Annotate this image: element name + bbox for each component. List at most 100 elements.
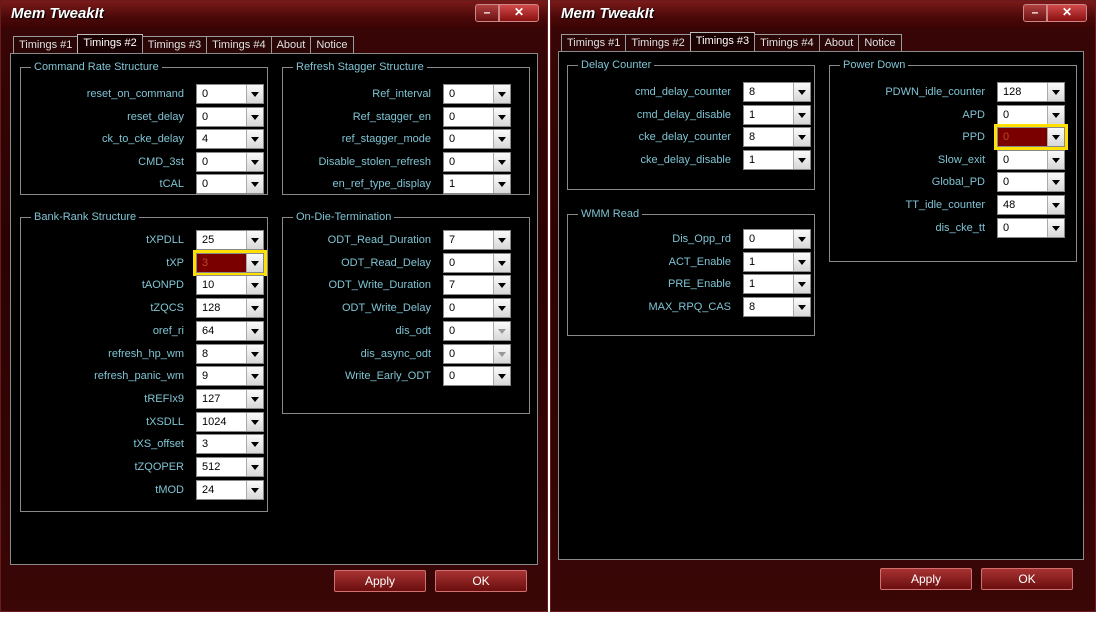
- value-combobox[interactable]: 0: [196, 84, 264, 104]
- tab-about[interactable]: About: [270, 36, 312, 54]
- dropdown-arrow-icon[interactable]: [1047, 128, 1064, 147]
- value-combobox[interactable]: 0: [997, 172, 1065, 193]
- dropdown-arrow-icon[interactable]: [493, 152, 510, 171]
- value-combobox[interactable]: 128: [997, 82, 1065, 102]
- tab-about[interactable]: About: [818, 34, 860, 52]
- close-button[interactable]: ✕: [1047, 4, 1087, 22]
- apply-button[interactable]: Apply: [880, 568, 972, 590]
- apply-button[interactable]: Apply: [334, 570, 426, 592]
- value-combobox[interactable]: 1: [743, 274, 811, 295]
- value-combobox[interactable]: 128: [196, 298, 264, 319]
- value-combobox[interactable]: 3: [196, 434, 264, 455]
- value-combobox[interactable]: 0: [196, 151, 264, 172]
- value-combobox[interactable]: 4: [196, 129, 264, 150]
- dropdown-arrow-icon[interactable]: [246, 299, 263, 318]
- value-combobox[interactable]: 0: [743, 229, 811, 249]
- value-combobox[interactable]: 1024: [196, 411, 264, 432]
- dropdown-arrow-icon[interactable]: [493, 344, 510, 363]
- value-combobox[interactable]: 0: [997, 217, 1065, 238]
- dropdown-arrow-icon[interactable]: [246, 85, 263, 103]
- dropdown-arrow-icon[interactable]: [493, 299, 510, 318]
- value-combobox[interactable]: 48: [997, 195, 1065, 215]
- value-combobox[interactable]: 1: [443, 174, 511, 195]
- dropdown-arrow-icon[interactable]: [1047, 196, 1064, 214]
- tab-notice[interactable]: Notice: [310, 36, 354, 54]
- close-button[interactable]: ✕: [499, 4, 539, 22]
- dropdown-arrow-icon[interactable]: [493, 175, 510, 194]
- tab-timings-1[interactable]: Timings #1: [13, 36, 79, 54]
- minimize-button[interactable]: –: [1023, 4, 1047, 22]
- dropdown-arrow-icon[interactable]: [1047, 105, 1064, 124]
- value-combobox[interactable]: 8: [743, 297, 811, 318]
- dropdown-arrow-icon[interactable]: [246, 458, 263, 476]
- dropdown-arrow-icon[interactable]: [793, 275, 810, 294]
- dropdown-arrow-icon[interactable]: [493, 107, 510, 126]
- value-combobox[interactable]: 8: [743, 127, 811, 148]
- dropdown-arrow-icon[interactable]: [246, 276, 263, 295]
- value-combobox[interactable]: 64: [196, 320, 264, 341]
- dropdown-arrow-icon[interactable]: [493, 85, 510, 103]
- value-combobox[interactable]: 0: [196, 106, 264, 127]
- dropdown-arrow-icon[interactable]: [246, 344, 263, 363]
- dropdown-arrow-icon[interactable]: [246, 435, 263, 454]
- value-combobox[interactable]: 1: [743, 149, 811, 170]
- minimize-button[interactable]: –: [475, 4, 499, 22]
- tab-timings-4[interactable]: Timings #4: [206, 36, 272, 54]
- dropdown-arrow-icon[interactable]: [246, 175, 263, 194]
- value-combobox[interactable]: 1: [743, 104, 811, 125]
- value-combobox[interactable]: 10: [196, 275, 264, 296]
- tab-timings-3[interactable]: Timings #3: [689, 32, 756, 52]
- tab-notice[interactable]: Notice: [858, 34, 902, 52]
- dropdown-arrow-icon[interactable]: [493, 130, 510, 149]
- dropdown-arrow-icon[interactable]: [793, 252, 810, 271]
- value-combobox[interactable]: 25: [196, 230, 264, 250]
- value-combobox[interactable]: 7: [443, 230, 511, 250]
- tab-timings-4[interactable]: Timings #4: [754, 34, 820, 52]
- dropdown-arrow-icon[interactable]: [793, 105, 810, 124]
- dropdown-arrow-icon[interactable]: [793, 150, 810, 169]
- dropdown-arrow-icon[interactable]: [793, 128, 810, 147]
- tab-timings-1[interactable]: Timings #1: [561, 34, 627, 52]
- value-combobox[interactable]: 7: [443, 275, 511, 296]
- tab-timings-2[interactable]: Timings #2: [625, 34, 691, 52]
- dropdown-arrow-icon[interactable]: [246, 367, 263, 386]
- value-combobox[interactable]: 8: [743, 82, 811, 102]
- value-combobox[interactable]: 0: [997, 104, 1065, 125]
- dropdown-arrow-icon[interactable]: [1047, 83, 1064, 101]
- value-combobox[interactable]: 8: [196, 343, 264, 364]
- dropdown-arrow-icon[interactable]: [793, 83, 810, 101]
- value-combobox[interactable]: 3: [193, 249, 267, 276]
- dropdown-arrow-icon[interactable]: [1047, 150, 1064, 169]
- dropdown-arrow-icon[interactable]: [246, 389, 263, 408]
- dropdown-arrow-icon[interactable]: [793, 298, 810, 317]
- dropdown-arrow-icon[interactable]: [493, 231, 510, 249]
- value-combobox[interactable]: 0: [994, 124, 1068, 151]
- tab-timings-2[interactable]: Timings #2: [77, 34, 143, 54]
- dropdown-arrow-icon[interactable]: [1047, 218, 1064, 237]
- dropdown-arrow-icon[interactable]: [793, 230, 810, 248]
- dropdown-arrow-icon[interactable]: [246, 152, 263, 171]
- dropdown-arrow-icon[interactable]: [246, 231, 263, 249]
- value-combobox[interactable]: 127: [196, 388, 264, 409]
- value-combobox[interactable]: 0: [997, 149, 1065, 170]
- value-combobox[interactable]: 512: [196, 457, 264, 477]
- value-combobox[interactable]: 0: [443, 151, 511, 172]
- dropdown-arrow-icon[interactable]: [246, 412, 263, 431]
- value-combobox[interactable]: 0: [443, 252, 511, 273]
- dropdown-arrow-icon[interactable]: [493, 276, 510, 295]
- ok-button[interactable]: OK: [981, 568, 1073, 590]
- dropdown-arrow-icon[interactable]: [493, 253, 510, 272]
- dropdown-arrow-icon[interactable]: [493, 321, 510, 340]
- dropdown-arrow-icon[interactable]: [246, 253, 263, 272]
- value-combobox[interactable]: 0: [443, 298, 511, 319]
- value-combobox[interactable]: 0: [443, 129, 511, 150]
- tab-timings-3[interactable]: Timings #3: [141, 36, 208, 54]
- value-combobox[interactable]: 1: [743, 251, 811, 272]
- ok-button[interactable]: OK: [435, 570, 527, 592]
- title-bar[interactable]: Mem TweakIt – ✕: [551, 1, 1095, 29]
- dropdown-arrow-icon[interactable]: [493, 367, 510, 386]
- title-bar[interactable]: Mem TweakIt – ✕: [1, 1, 547, 29]
- value-combobox[interactable]: 9: [196, 366, 264, 387]
- value-combobox[interactable]: 0: [443, 84, 511, 104]
- value-combobox[interactable]: 24: [196, 479, 264, 500]
